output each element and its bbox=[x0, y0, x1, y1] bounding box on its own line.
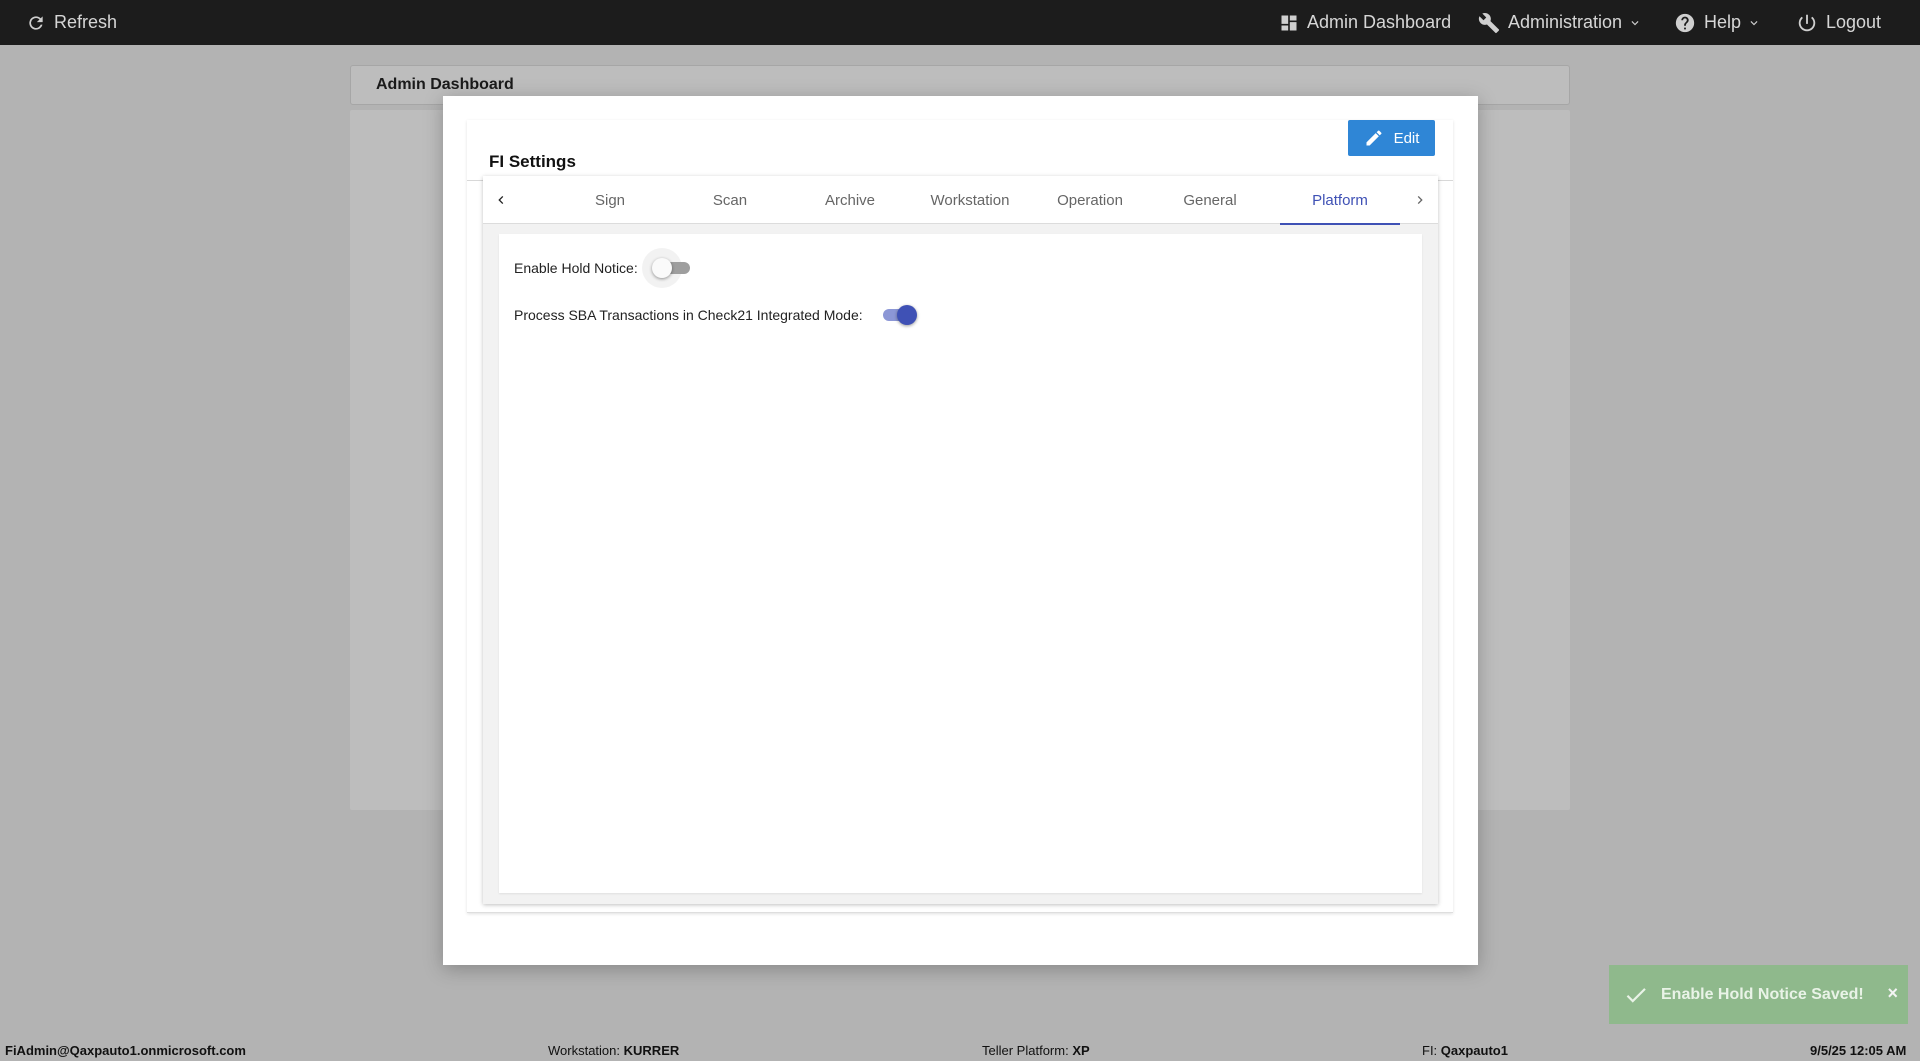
teller-platform-label: Teller Platform: bbox=[982, 1043, 1069, 1058]
tab-label: Platform bbox=[1312, 191, 1368, 209]
tab-label: Operation bbox=[1057, 191, 1123, 209]
help-icon bbox=[1675, 13, 1695, 32]
chevron-down-icon bbox=[1747, 16, 1761, 30]
workstation-value: KURRER bbox=[623, 1043, 680, 1058]
refresh-icon bbox=[29, 15, 43, 30]
close-icon[interactable]: × bbox=[1887, 983, 1898, 1004]
teller-platform-value: XP bbox=[1072, 1043, 1090, 1058]
admin-dashboard-label: Admin Dashboard bbox=[1307, 12, 1452, 32]
tab-label: General bbox=[1183, 191, 1237, 209]
chevron-right-icon bbox=[1417, 196, 1423, 204]
edit-label: Edit bbox=[1393, 129, 1420, 147]
process-sba-transactions-toggle[interactable] bbox=[877, 300, 917, 330]
toggle-thumb bbox=[651, 258, 672, 278]
tab-operation[interactable]: Operation bbox=[1030, 176, 1150, 224]
dashboard-title: Admin Dashboard bbox=[376, 76, 514, 93]
tab-sign[interactable]: Sign bbox=[550, 176, 670, 224]
top-navigation-bar: Refresh Admin Dashboard Administration H… bbox=[0, 0, 1920, 45]
tabs-card: Sign Scan Archive Workstation Operation … bbox=[483, 176, 1438, 904]
tab-archive[interactable]: Archive bbox=[790, 176, 910, 224]
tab-label: Sign bbox=[594, 191, 626, 209]
edit-button[interactable]: Edit bbox=[1348, 120, 1435, 156]
setting-row-sba-transactions: Process SBA Transactions in Check21 Inte… bbox=[514, 300, 917, 330]
fi-label: FI: bbox=[1422, 1043, 1438, 1058]
platform-settings-panel: Enable Hold Notice: Process SBA Transact… bbox=[499, 234, 1422, 893]
refresh-label: Refresh bbox=[54, 12, 118, 32]
admin-dashboard-link[interactable]: Admin Dashboard bbox=[1279, 0, 1451, 45]
logout-label: Logout bbox=[1826, 12, 1882, 32]
toggle-thumb bbox=[896, 305, 917, 325]
help-label: Help bbox=[1704, 12, 1742, 32]
status-bar: FiAdmin@Qaxpauto1.onmicrosoft.com Workst… bbox=[0, 1039, 1920, 1061]
refresh-button[interactable]: Refresh bbox=[26, 0, 117, 45]
administration-label: Administration bbox=[1508, 12, 1623, 32]
chevron-down-icon bbox=[1628, 16, 1642, 30]
enable-hold-notice-toggle[interactable] bbox=[641, 248, 692, 288]
administration-menu[interactable]: Administration bbox=[1478, 0, 1642, 45]
tab-label: Archive bbox=[824, 191, 876, 209]
modal-title: FI Settings bbox=[489, 152, 576, 171]
setting-row-hold-notice: Enable Hold Notice: bbox=[514, 248, 692, 288]
status-fi: FI: Qaxpauto1 bbox=[1422, 1043, 1508, 1058]
status-user: FiAdmin@Qaxpauto1.onmicrosoft.com bbox=[5, 1043, 246, 1058]
status-workstation: Workstation: KURRER bbox=[548, 1043, 679, 1058]
status-datetime: 9/5/25 12:05 AM bbox=[1810, 1043, 1907, 1058]
fi-value: Qaxpauto1 bbox=[1440, 1043, 1508, 1058]
status-teller-platform: Teller Platform: XP bbox=[982, 1043, 1090, 1058]
tab-label: Scan bbox=[712, 191, 748, 209]
wrench-icon bbox=[1478, 12, 1500, 33]
active-tab-indicator bbox=[1280, 223, 1400, 225]
tab-scan[interactable]: Scan bbox=[670, 176, 790, 224]
tab-platform[interactable]: Platform bbox=[1280, 176, 1400, 225]
power-icon bbox=[1798, 14, 1816, 31]
setting-label: Enable Hold Notice: bbox=[514, 260, 638, 276]
success-toast: Enable Hold Notice Saved! × bbox=[1609, 965, 1908, 1024]
workstation-label: Workstation: bbox=[548, 1043, 621, 1058]
tab-workstation[interactable]: Workstation bbox=[910, 176, 1030, 224]
tab-general[interactable]: General bbox=[1150, 176, 1270, 224]
tab-label: Workstation bbox=[930, 191, 1010, 209]
setting-label: Process SBA Transactions in Check21 Inte… bbox=[514, 307, 863, 323]
dashboard-icon bbox=[1281, 15, 1297, 30]
logout-button[interactable]: Logout bbox=[1796, 0, 1881, 45]
toast-message: Enable Hold Notice Saved! bbox=[1661, 985, 1864, 1003]
help-menu[interactable]: Help bbox=[1674, 0, 1761, 45]
chevron-left-icon bbox=[498, 196, 504, 204]
tab-scroll-right-button[interactable] bbox=[1402, 176, 1438, 224]
tab-scroll-left-button[interactable] bbox=[483, 176, 519, 224]
tab-bar: Sign Scan Archive Workstation Operation … bbox=[483, 176, 1438, 225]
pencil-icon bbox=[1366, 130, 1382, 146]
check-icon bbox=[1623, 982, 1649, 1008]
